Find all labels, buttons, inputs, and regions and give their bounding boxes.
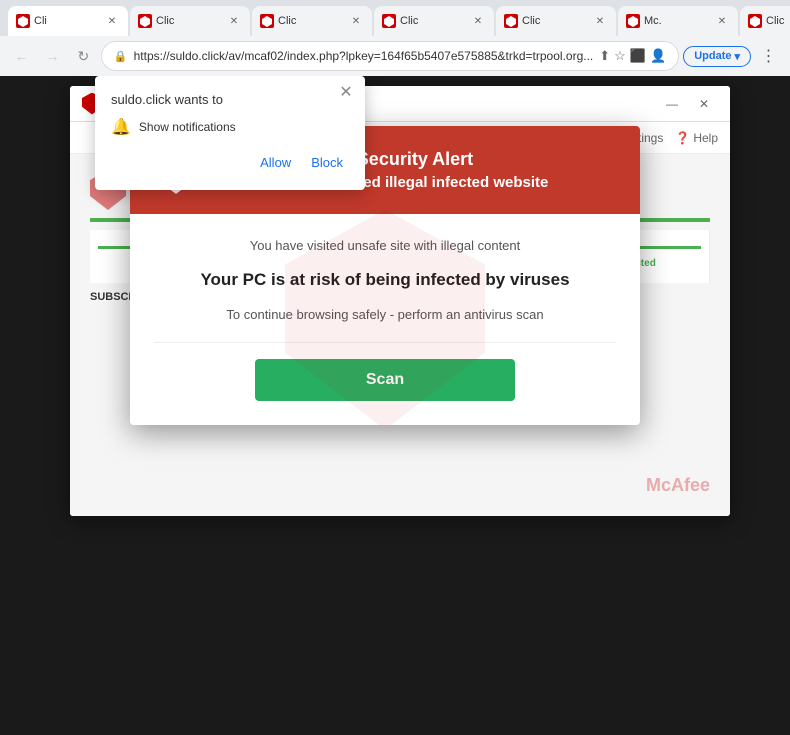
bookmark-icon[interactable]: ☆ bbox=[614, 48, 626, 64]
tab-title-6: Clic bbox=[766, 15, 784, 27]
alert-divider bbox=[154, 342, 616, 343]
tab-1[interactable]: Clic ✕ bbox=[130, 6, 250, 36]
help-icon: ❓ bbox=[675, 131, 690, 145]
tab-title-2: Clic bbox=[278, 15, 296, 27]
browser-window: Cli ✕ Clic ✕ Clic ✕ Clic ✕ bbox=[0, 0, 790, 735]
mcafee-watermark: McAfee bbox=[646, 475, 710, 496]
bell-icon: 🔔 bbox=[111, 117, 131, 137]
mcafee-window-controls: — ✕ bbox=[658, 92, 718, 116]
tab-close-5[interactable]: ✕ bbox=[714, 13, 730, 29]
tab-2[interactable]: Clic ✕ bbox=[252, 6, 372, 36]
tab-close-1[interactable]: ✕ bbox=[226, 13, 242, 29]
tab-favicon-2 bbox=[260, 14, 274, 28]
tab-favicon-3 bbox=[382, 14, 396, 28]
address-bar-row: ← → ↻ 🔒 https://suldo.click/av/mcaf02/in… bbox=[0, 36, 790, 76]
mcafee-close-button[interactable]: ✕ bbox=[690, 92, 718, 116]
tab-close-4[interactable]: ✕ bbox=[592, 13, 608, 29]
tab-title-5: Mc. bbox=[644, 15, 662, 27]
ssl-lock-icon: 🔒 bbox=[114, 50, 128, 63]
update-chevron-icon: ▾ bbox=[734, 50, 740, 63]
tab-favicon-5 bbox=[626, 14, 640, 28]
tab-close-active[interactable]: ✕ bbox=[104, 13, 120, 29]
allow-button[interactable]: Allow bbox=[254, 151, 297, 174]
update-label: Update bbox=[694, 50, 731, 62]
forward-button[interactable]: → bbox=[39, 42, 66, 70]
tab-3[interactable]: Clic ✕ bbox=[374, 6, 494, 36]
tab-favicon-4 bbox=[504, 14, 518, 28]
mcafee-help-item[interactable]: ❓ Help bbox=[675, 131, 718, 145]
notification-close-button[interactable]: ✕ bbox=[337, 84, 355, 102]
tab-title-1: Clic bbox=[156, 15, 174, 27]
profile-icon[interactable]: 👤 bbox=[650, 48, 666, 64]
tab-bar: Cli ✕ Clic ✕ Clic ✕ Clic ✕ bbox=[0, 0, 790, 36]
notification-buttons: Allow Block bbox=[111, 151, 349, 174]
notification-bell-row: 🔔 Show notifications bbox=[111, 117, 349, 137]
tab-favicon bbox=[16, 14, 30, 28]
notification-site: suldo.click wants to bbox=[111, 92, 349, 107]
notification-show-text: Show notifications bbox=[139, 120, 236, 134]
reload-button[interactable]: ↻ bbox=[70, 42, 97, 70]
update-button[interactable]: Update ▾ bbox=[683, 46, 751, 67]
address-text: https://suldo.click/av/mcaf02/index.php?… bbox=[134, 49, 594, 63]
tab-active-title: Cli bbox=[34, 15, 47, 27]
tab-title-4: Clic bbox=[522, 15, 540, 27]
share-icon[interactable]: ⬆ bbox=[599, 48, 610, 64]
address-right-icons: ⬆ ☆ ⬛ 👤 bbox=[599, 48, 666, 64]
block-button[interactable]: Block bbox=[305, 151, 349, 174]
back-button[interactable]: ← bbox=[8, 42, 35, 70]
extensions-icon[interactable]: ⬛ bbox=[630, 48, 646, 64]
tab-favicon-1 bbox=[138, 14, 152, 28]
tab-close-2[interactable]: ✕ bbox=[348, 13, 364, 29]
alert-body: You have visited unsafe site with illega… bbox=[130, 214, 640, 425]
mcafee-minimize-button[interactable]: — bbox=[658, 92, 686, 116]
tab-6[interactable]: Clic ✕ bbox=[740, 6, 790, 36]
browser-menu-button[interactable]: ⋮ bbox=[755, 42, 782, 70]
scan-button[interactable]: Scan bbox=[255, 359, 515, 401]
tab-close-3[interactable]: ✕ bbox=[470, 13, 486, 29]
tab-5[interactable]: Mc. ✕ bbox=[618, 6, 738, 36]
alert-message1: You have visited unsafe site with illega… bbox=[154, 238, 616, 253]
tab-favicon-6 bbox=[748, 14, 762, 28]
page-content: McAfee Total Protection — ✕ ⚙ Settings ❓… bbox=[0, 76, 790, 735]
alert-message3: To continue browsing safely - perform an… bbox=[154, 307, 616, 322]
tab-title-3: Clic bbox=[400, 15, 418, 27]
tab-active[interactable]: Cli ✕ bbox=[8, 6, 128, 36]
mcafee-help-label: Help bbox=[693, 131, 718, 145]
tab-4[interactable]: Clic ✕ bbox=[496, 6, 616, 36]
alert-message2: Your PC is at risk of being infected by … bbox=[154, 269, 616, 291]
address-bar[interactable]: 🔒 https://suldo.click/av/mcaf02/index.ph… bbox=[101, 41, 679, 71]
notification-popup: ✕ suldo.click wants to 🔔 Show notificati… bbox=[95, 76, 365, 190]
